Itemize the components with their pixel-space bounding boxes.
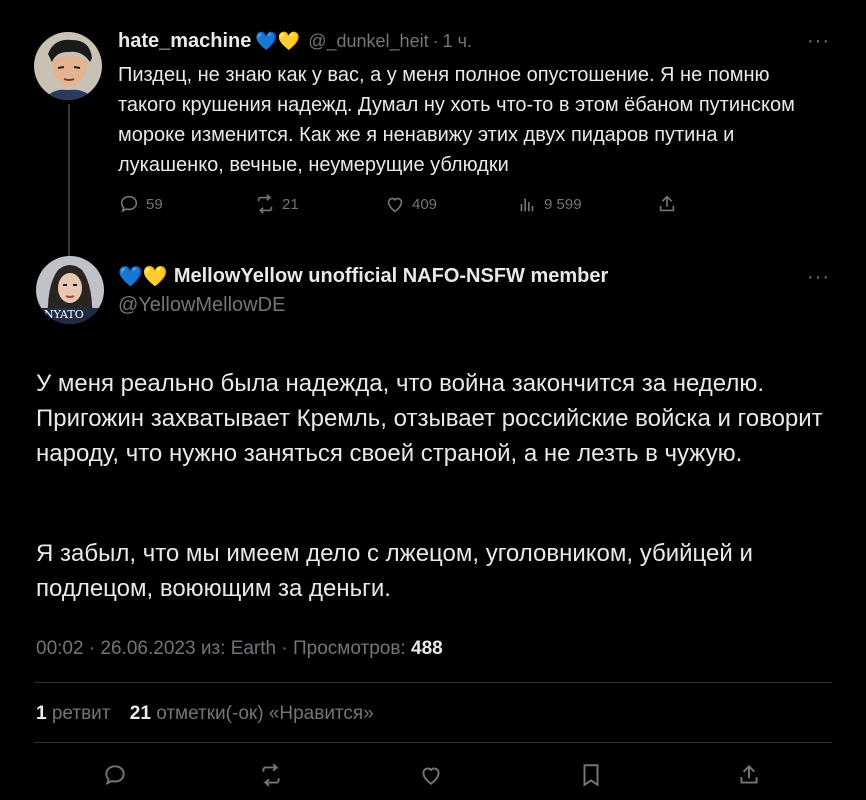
retweets-count-link[interactable]: 1 ретвит — [36, 703, 110, 724]
parent-reply-count: 59 — [146, 195, 163, 213]
main-display-name[interactable]: MellowYellow unofficial NAFO-NSFW member — [174, 265, 608, 288]
main-reply-button[interactable] — [102, 762, 128, 793]
parent-like-button[interactable]: 409 — [384, 193, 437, 215]
views-count: 488 — [411, 638, 443, 659]
parent-avatar[interactable] — [34, 32, 102, 100]
main-avatar[interactable]: NYATO — [36, 256, 104, 324]
parent-views-button[interactable]: 9 599 — [516, 193, 582, 215]
reply-icon — [120, 195, 138, 213]
main-header: 💙💛 MellowYellow unofficial NAFO-NSFW mem… — [118, 264, 608, 289]
parent-view-count: 9 599 — [544, 195, 582, 213]
parent-retweet-count: 21 — [282, 195, 299, 213]
parent-more-icon[interactable]: ··· — [807, 30, 830, 53]
retweets-label: ретвит — [51, 703, 111, 724]
parent-like-count: 409 — [412, 195, 438, 213]
avatar-badge-text: NYATO — [44, 308, 84, 321]
thread-connector-line — [68, 104, 70, 256]
divider-bottom — [34, 742, 832, 743]
likes-label: отметки(-ок) «Нравится» — [156, 703, 374, 724]
share-icon — [659, 195, 675, 212]
share-icon — [740, 764, 758, 784]
main-more-icon[interactable]: ··· — [807, 266, 830, 289]
parent-handle[interactable]: @_dunkel_heit — [308, 31, 428, 52]
retweet-icon — [257, 194, 273, 214]
main-like-button[interactable] — [418, 762, 444, 793]
tweet-source: из: Earth — [200, 638, 277, 659]
main-tweet-paragraph-2: Я забыл, что мы имеем дело с лжецом, уго… — [36, 540, 753, 602]
divider-top — [34, 682, 832, 683]
retweet-icon — [262, 763, 280, 787]
main-share-button[interactable] — [736, 762, 762, 793]
like-icon — [422, 767, 440, 785]
views-icon — [520, 198, 534, 212]
main-bookmark-button[interactable] — [578, 762, 604, 793]
tweet-date[interactable]: 26.06.2023 — [100, 638, 195, 659]
engagement-counts: 1 ретвит 21 отметки(-ок) «Нравится» — [36, 703, 374, 725]
parent-reply-button[interactable]: 59 — [118, 193, 163, 215]
main-tweet-paragraph-1: У меня реально была надежда, что война з… — [36, 370, 823, 467]
main-name-emoji: 💙💛 — [118, 266, 168, 288]
bookmark-icon — [583, 764, 599, 787]
main-handle[interactable]: @YellowMellowDE — [118, 294, 285, 317]
likes-count: 21 — [129, 703, 151, 724]
parent-name-emoji: 💙💛 — [255, 31, 301, 51]
parent-tweet-text: Пиздец, не знаю как у вас, а у меня полн… — [118, 64, 795, 176]
likes-count-link[interactable]: 21 отметки(-ок) «Нравится» — [130, 703, 374, 724]
tweet-time[interactable]: 00:02 — [36, 638, 84, 659]
like-icon — [387, 197, 403, 213]
parent-display-name[interactable]: hate_machine — [118, 30, 251, 53]
main-retweet-button[interactable] — [258, 762, 284, 793]
views-label: Просмотров: — [293, 638, 406, 659]
tweet-meta: 00:02 · 26.06.2023 из: Earth · Просмотро… — [36, 638, 443, 659]
parent-share-button[interactable] — [656, 193, 678, 215]
parent-retweet-button[interactable]: 21 — [254, 193, 299, 215]
parent-timestamp[interactable]: 1 ч. — [443, 31, 472, 52]
parent-action-bar: 59 21 409 9 599 — [118, 193, 678, 219]
parent-header: hate_machine 💙💛 @_dunkel_heit · 1 ч. — [118, 30, 472, 53]
retweets-count: 1 — [36, 703, 47, 724]
parent-separator: · — [432, 31, 439, 51]
reply-icon — [105, 765, 125, 785]
